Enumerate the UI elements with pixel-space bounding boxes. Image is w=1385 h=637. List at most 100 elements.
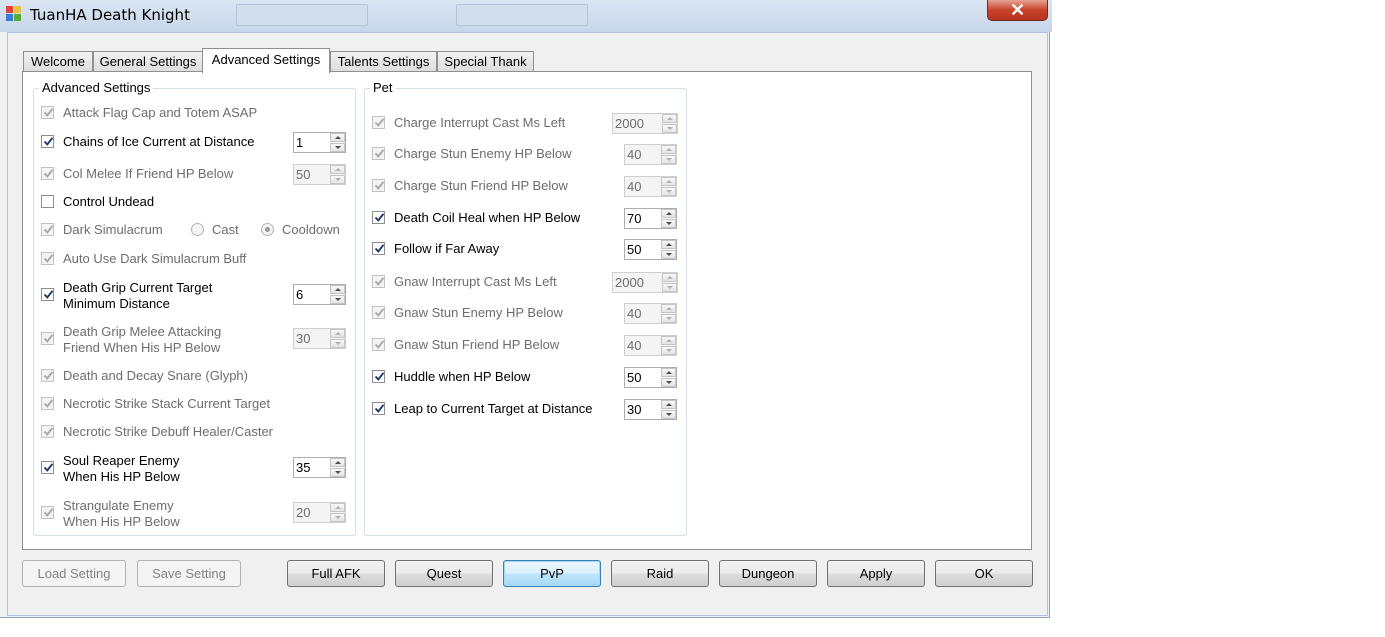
advanced-numeric-chains-of-ice-current-at-distance[interactable]: 1 bbox=[293, 132, 346, 153]
spinner-arrows[interactable] bbox=[330, 503, 345, 522]
spin-up-icon[interactable] bbox=[661, 240, 676, 249]
apply-button[interactable]: Apply bbox=[827, 560, 925, 587]
pet-numeric-charge-stun-enemy-hp-below[interactable]: 40 bbox=[624, 144, 677, 165]
spin-down-icon[interactable] bbox=[661, 410, 676, 419]
spin-down-icon[interactable] bbox=[661, 250, 676, 259]
spin-up-icon[interactable] bbox=[330, 329, 345, 338]
numeric-value[interactable]: 1 bbox=[296, 135, 303, 150]
numeric-value[interactable]: 50 bbox=[296, 167, 310, 182]
pet-numeric-gnaw-stun-friend-hp-below[interactable]: 40 bbox=[624, 335, 677, 356]
pet-checkbox-charge-interrupt-cast-ms-left[interactable] bbox=[372, 116, 385, 129]
pet-numeric-gnaw-interrupt-cast-ms-left[interactable]: 2000 bbox=[612, 272, 678, 293]
spin-down-icon[interactable] bbox=[330, 295, 345, 304]
numeric-value[interactable]: 70 bbox=[627, 211, 641, 226]
spinner-arrows[interactable] bbox=[661, 368, 676, 387]
advanced-checkbox-attack-flag-cap-and-totem-asap[interactable] bbox=[41, 106, 54, 119]
pet-numeric-gnaw-stun-enemy-hp-below[interactable]: 40 bbox=[624, 303, 677, 324]
advanced-checkbox-strangulate-enemy[interactable] bbox=[41, 506, 54, 519]
tab-talents-settings[interactable]: Talents Settings bbox=[330, 51, 437, 72]
numeric-value[interactable]: 40 bbox=[627, 147, 641, 162]
spin-up-icon[interactable] bbox=[661, 400, 676, 409]
spin-up-icon[interactable] bbox=[662, 273, 677, 282]
dark-simulacrum-cast-radio[interactable] bbox=[191, 223, 204, 236]
numeric-value[interactable]: 40 bbox=[627, 179, 641, 194]
pet-checkbox-gnaw-stun-enemy-hp-below[interactable] bbox=[372, 306, 385, 319]
spin-up-icon[interactable] bbox=[330, 458, 345, 467]
numeric-value[interactable]: 20 bbox=[296, 505, 310, 520]
advanced-numeric-strangulate-enemy[interactable]: 20 bbox=[293, 502, 346, 523]
pet-checkbox-leap-to-current-target-at-distance[interactable] bbox=[372, 402, 385, 415]
close-button[interactable]: ✕ bbox=[987, 0, 1048, 21]
spin-up-icon[interactable] bbox=[661, 336, 676, 345]
ok-button[interactable]: OK bbox=[935, 560, 1033, 587]
tab-advanced-settings[interactable]: Advanced Settings bbox=[202, 48, 330, 73]
pet-numeric-charge-interrupt-cast-ms-left[interactable]: 2000 bbox=[612, 113, 678, 134]
spin-down-icon[interactable] bbox=[661, 219, 676, 228]
spin-down-icon[interactable] bbox=[661, 346, 676, 355]
advanced-checkbox-control-undead[interactable] bbox=[41, 195, 54, 208]
spinner-arrows[interactable] bbox=[661, 177, 676, 196]
spinner-arrows[interactable] bbox=[662, 273, 677, 292]
spin-down-icon[interactable] bbox=[661, 155, 676, 164]
full-afk-button[interactable]: Full AFK bbox=[287, 560, 385, 587]
advanced-numeric-death-grip-current-target[interactable]: 6 bbox=[293, 284, 346, 305]
raid-button[interactable]: Raid bbox=[611, 560, 709, 587]
numeric-value[interactable]: 30 bbox=[296, 331, 310, 346]
pet-checkbox-death-coil-heal-when-hp-below[interactable] bbox=[372, 211, 385, 224]
title-bar[interactable]: TuanHA Death Knight bbox=[0, 0, 1052, 32]
spin-up-icon[interactable] bbox=[330, 285, 345, 294]
tab-special-thank[interactable]: Special Thank bbox=[437, 51, 534, 72]
spin-up-icon[interactable] bbox=[661, 304, 676, 313]
numeric-value[interactable]: 35 bbox=[296, 460, 310, 475]
dungeon-button[interactable]: Dungeon bbox=[719, 560, 817, 587]
pet-numeric-leap-to-current-target-at-distance[interactable]: 30 bbox=[624, 399, 677, 420]
advanced-checkbox-death-and-decay-snare-glyph[interactable] bbox=[41, 369, 54, 382]
pet-checkbox-huddle-when-hp-below[interactable] bbox=[372, 370, 385, 383]
spinner-arrows[interactable] bbox=[661, 240, 676, 259]
spinner-arrows[interactable] bbox=[661, 304, 676, 323]
spinner-arrows[interactable] bbox=[330, 133, 345, 152]
advanced-checkbox-auto-use-dark-simulacrum-buff[interactable] bbox=[41, 252, 54, 265]
pet-numeric-follow-if-far-away[interactable]: 50 bbox=[624, 239, 677, 260]
spinner-arrows[interactable] bbox=[661, 400, 676, 419]
advanced-checkbox-soul-reaper-enemy[interactable] bbox=[41, 461, 54, 474]
numeric-value[interactable]: 2000 bbox=[615, 275, 644, 290]
numeric-value[interactable]: 40 bbox=[627, 306, 641, 321]
spinner-arrows[interactable] bbox=[330, 458, 345, 477]
advanced-checkbox-chains-of-ice-current-at-distance[interactable] bbox=[41, 135, 54, 148]
advanced-checkbox-necrotic-strike-debuff-healer-caster[interactable] bbox=[41, 425, 54, 438]
tab-general-settings[interactable]: General Settings bbox=[93, 51, 203, 72]
spin-up-icon[interactable] bbox=[661, 209, 676, 218]
pet-checkbox-gnaw-stun-friend-hp-below[interactable] bbox=[372, 338, 385, 351]
pet-checkbox-follow-if-far-away[interactable] bbox=[372, 242, 385, 255]
spin-down-icon[interactable] bbox=[330, 468, 345, 477]
numeric-value[interactable]: 2000 bbox=[615, 116, 644, 131]
numeric-value[interactable]: 30 bbox=[627, 402, 641, 417]
spinner-arrows[interactable] bbox=[661, 145, 676, 164]
numeric-value[interactable]: 40 bbox=[627, 338, 641, 353]
spin-up-icon[interactable] bbox=[330, 133, 345, 142]
spinner-arrows[interactable] bbox=[662, 114, 677, 133]
tab-welcome[interactable]: Welcome bbox=[23, 51, 93, 72]
dark-simulacrum-cooldown-radio[interactable] bbox=[261, 223, 274, 236]
advanced-numeric-death-grip-melee-attacking[interactable]: 30 bbox=[293, 328, 346, 349]
pet-checkbox-gnaw-interrupt-cast-ms-left[interactable] bbox=[372, 275, 385, 288]
spin-down-icon[interactable] bbox=[661, 378, 676, 387]
advanced-checkbox-dark-simulacrum[interactable] bbox=[41, 223, 54, 236]
pet-checkbox-charge-stun-enemy-hp-below[interactable] bbox=[372, 147, 385, 160]
spinner-arrows[interactable] bbox=[330, 285, 345, 304]
pvp-button[interactable]: PvP bbox=[503, 560, 601, 587]
spin-down-icon[interactable] bbox=[330, 143, 345, 152]
numeric-value[interactable]: 6 bbox=[296, 287, 303, 302]
advanced-checkbox-necrotic-strike-stack-current-target[interactable] bbox=[41, 397, 54, 410]
quest-button[interactable]: Quest bbox=[395, 560, 493, 587]
load-setting-button[interactable]: Load Setting bbox=[22, 560, 126, 587]
spin-up-icon[interactable] bbox=[661, 368, 676, 377]
spin-up-icon[interactable] bbox=[330, 503, 345, 512]
spin-down-icon[interactable] bbox=[662, 124, 677, 133]
spin-up-icon[interactable] bbox=[330, 165, 345, 174]
advanced-checkbox-col-melee-if-friend-hp-below[interactable] bbox=[41, 167, 54, 180]
spinner-arrows[interactable] bbox=[661, 336, 676, 355]
spin-up-icon[interactable] bbox=[662, 114, 677, 123]
advanced-checkbox-death-grip-current-target[interactable] bbox=[41, 288, 54, 301]
